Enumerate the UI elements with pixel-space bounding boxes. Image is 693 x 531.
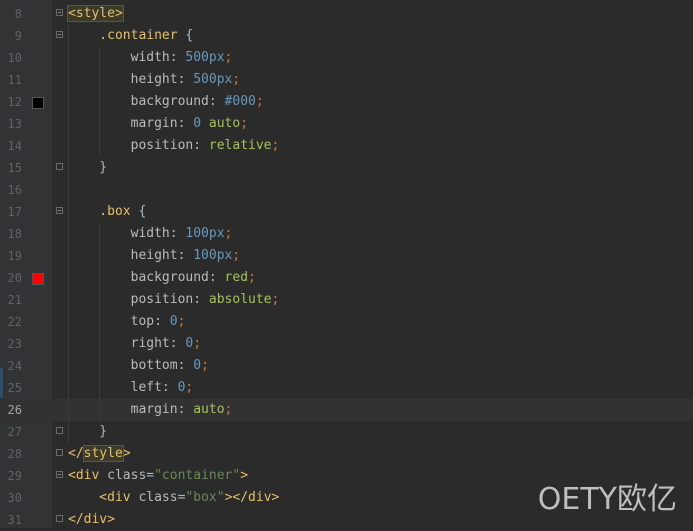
code-text: right: 0;: [68, 336, 202, 351]
fold-end-icon[interactable]: [56, 515, 63, 522]
code-line[interactable]: 22 top: 0;: [0, 311, 693, 333]
code-text: height: 500px;: [68, 72, 241, 87]
line-number: 11: [7, 73, 22, 87]
code-line[interactable]: 25 left: 0;: [0, 377, 693, 399]
fold-collapse-icon[interactable]: [56, 207, 63, 214]
line-number: 8: [14, 7, 22, 21]
line-number: 14: [7, 139, 22, 153]
code-line[interactable]: 17 .box {: [0, 201, 693, 223]
code-text: .container {: [68, 28, 194, 43]
indent-guide: [68, 25, 69, 443]
color-swatch-icon[interactable]: [32, 273, 44, 285]
code-editor[interactable]: 8 <style> 9 .container {10 width: 500px; 11…: [0, 0, 693, 528]
code-line[interactable]: 23 right: 0;: [0, 333, 693, 355]
code-line[interactable]: 24 bottom: 0;: [0, 355, 693, 377]
code-line[interactable]: 21 position: absolute;: [0, 289, 693, 311]
code-line[interactable]: 20 background: red;: [0, 267, 693, 289]
code-text: bottom: 0;: [68, 358, 209, 373]
line-number: 10: [7, 51, 22, 65]
code-text: width: 100px;: [68, 226, 233, 241]
line-number: 22: [7, 315, 22, 329]
line-number: 26: [7, 403, 22, 417]
line-number: 30: [7, 491, 22, 505]
color-swatch-icon[interactable]: [32, 97, 44, 109]
code-line[interactable]: 13 margin: 0 auto;: [0, 113, 693, 135]
code-text: <div class="box"></div>: [68, 490, 280, 505]
line-number: 15: [7, 161, 22, 175]
line-number: 17: [7, 205, 22, 219]
code-text: background: red;: [68, 270, 256, 285]
code-text: height: 100px;: [68, 248, 241, 263]
code-text: margin: auto;: [68, 402, 233, 417]
code-line[interactable]: 11 height: 500px;: [0, 69, 693, 91]
line-number: 25: [7, 381, 22, 395]
code-line[interactable]: 9 .container {: [0, 25, 693, 47]
code-text: width: 500px;: [68, 50, 233, 65]
watermark: OETY欧亿: [537, 482, 677, 517]
code-text: <div class="container">: [68, 468, 249, 483]
line-number: 20: [7, 271, 22, 285]
line-number: 24: [7, 359, 22, 373]
code-line[interactable]: 26 margin: auto;: [0, 399, 693, 421]
line-number: 27: [7, 425, 22, 439]
line-number: 19: [7, 249, 22, 263]
fold-end-icon[interactable]: [56, 449, 63, 456]
fold-collapse-icon[interactable]: [56, 31, 63, 38]
line-number: 13: [7, 117, 22, 131]
code-text: </style>: [68, 445, 131, 462]
line-number: 16: [7, 183, 22, 197]
code-text: .box {: [68, 204, 147, 219]
code-line[interactable]: 28 </style>: [0, 443, 693, 465]
code-text: background: #000;: [68, 94, 264, 109]
line-number: 21: [7, 293, 22, 307]
code-line[interactable]: 19 height: 100px;: [0, 245, 693, 267]
fold-collapse-icon[interactable]: [56, 9, 63, 16]
code-line[interactable]: 14 position: relative;: [0, 135, 693, 157]
line-number: 29: [7, 469, 22, 483]
line-number: 18: [7, 227, 22, 241]
code-text: margin: 0 auto;: [68, 116, 249, 131]
code-line[interactable]: 15 }: [0, 157, 693, 179]
code-line[interactable]: 10 width: 500px;: [0, 47, 693, 69]
line-number: 9: [14, 29, 22, 43]
code-line[interactable]: 12 background: #000;: [0, 91, 693, 113]
fold-end-icon[interactable]: [56, 163, 63, 170]
code-text: left: 0;: [68, 380, 194, 395]
code-line[interactable]: 18 width: 100px;: [0, 223, 693, 245]
code-text: }: [68, 160, 108, 175]
code-line[interactable]: 16: [0, 179, 693, 201]
indent-guide: [99, 47, 100, 157]
code-line[interactable]: 8 <style>: [0, 3, 693, 25]
fold-end-icon[interactable]: [56, 427, 63, 434]
code-text: top: 0;: [68, 314, 186, 329]
fold-collapse-icon[interactable]: [56, 471, 63, 478]
line-number: 12: [7, 95, 22, 109]
code-text: <style>: [67, 5, 124, 22]
code-line[interactable]: 27 }: [0, 421, 693, 443]
line-number: 28: [7, 447, 22, 461]
code-text: }: [68, 424, 108, 439]
line-number: 23: [7, 337, 22, 351]
indent-guide: [99, 223, 100, 421]
